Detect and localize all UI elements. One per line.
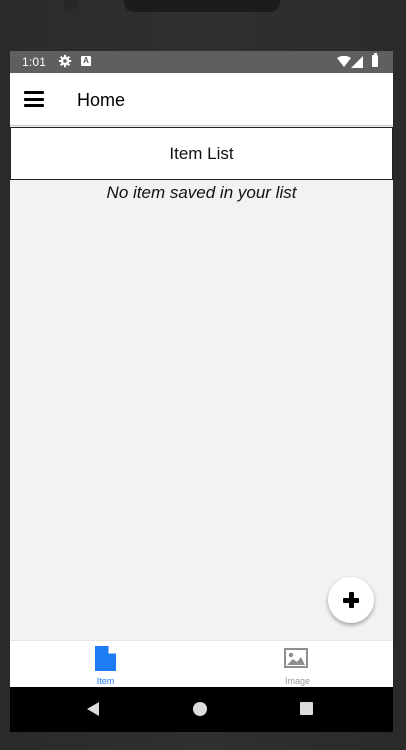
back-icon[interactable] bbox=[87, 702, 99, 716]
image-icon bbox=[284, 648, 308, 668]
item-list-header: Item List bbox=[10, 127, 393, 180]
home-icon[interactable] bbox=[193, 702, 207, 716]
device-frame: 1:01 A Home Item List No item saved in y… bbox=[0, 0, 406, 750]
speaker bbox=[124, 0, 280, 12]
battery-icon bbox=[372, 53, 378, 67]
status-time: 1:01 bbox=[22, 55, 47, 69]
add-item-button[interactable] bbox=[328, 577, 374, 623]
page-title: Home bbox=[77, 90, 126, 110]
gear-icon bbox=[58, 54, 72, 68]
tab-image[interactable]: Image bbox=[202, 641, 393, 688]
document-icon bbox=[95, 646, 116, 671]
tab-item[interactable]: Item bbox=[10, 641, 201, 688]
status-bar: 1:01 A bbox=[10, 51, 393, 73]
camera bbox=[64, 0, 78, 10]
recents-icon[interactable] bbox=[300, 702, 313, 715]
item-list-title: Item List bbox=[169, 144, 234, 163]
hamburger-menu-icon[interactable] bbox=[24, 91, 44, 107]
plus-icon bbox=[341, 590, 361, 610]
screen: 1:01 A Home Item List No item saved in y… bbox=[10, 51, 393, 732]
empty-list-message: No item saved in your list bbox=[106, 183, 297, 202]
app-header: Home bbox=[10, 73, 393, 126]
tab-image-label: Image bbox=[284, 676, 310, 686]
bottom-tab-bar: Item Image bbox=[10, 640, 393, 688]
system-nav-bar bbox=[10, 687, 393, 732]
signal-icon bbox=[351, 56, 363, 68]
a-notification-icon: A bbox=[81, 56, 91, 66]
tab-item-label: Item bbox=[96, 676, 115, 686]
wifi-icon bbox=[337, 56, 351, 67]
